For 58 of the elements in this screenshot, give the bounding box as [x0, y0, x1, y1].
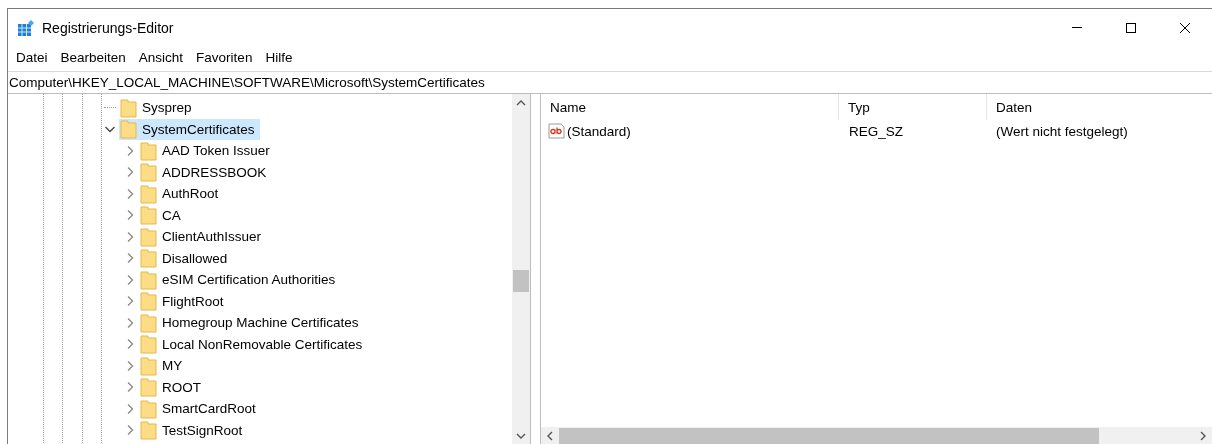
folder-icon — [140, 183, 157, 204]
tree-item[interactable]: SmartCardRoot — [139, 398, 261, 420]
string-value-icon — [548, 123, 565, 139]
menu-item[interactable]: Favoriten — [196, 49, 253, 65]
menu-item[interactable]: Datei — [16, 49, 48, 65]
tree-item[interactable]: eSIM Certification Authorities — [139, 269, 341, 291]
scroll-thumb[interactable] — [513, 270, 529, 292]
value-data: (Wert nicht festgelegt) — [995, 123, 1128, 139]
tree-item[interactable]: CA — [139, 204, 186, 226]
tree-item[interactable]: Disallowed — [139, 247, 233, 269]
tree-item[interactable]: TestSignRoot — [139, 419, 248, 441]
menu-item[interactable]: Hilfe — [265, 49, 293, 65]
tree-item[interactable]: ADDRESSBOOK — [139, 161, 272, 183]
column-header[interactable]: Typ — [839, 94, 987, 120]
maximize-icon — [1125, 21, 1137, 34]
value-name: (Standard) — [567, 123, 631, 139]
scroll-thumb[interactable] — [559, 428, 1099, 444]
folder-icon — [120, 119, 137, 140]
folder-icon — [140, 291, 157, 312]
folder-icon — [140, 269, 157, 290]
scroll-up-icon[interactable] — [516, 99, 526, 107]
column-header[interactable]: Daten — [987, 94, 1212, 120]
column-header[interactable]: Name — [541, 94, 839, 120]
folder-icon — [140, 377, 157, 398]
menu-item[interactable]: Ansicht — [138, 49, 184, 65]
tree-item[interactable]: Local NonRemovable Certificates — [139, 333, 368, 355]
menu-item[interactable]: Bearbeiten — [60, 49, 126, 65]
tree-item[interactable]: Homegroup Machine Certificates — [139, 312, 364, 334]
tree-item[interactable]: FlightRoot — [139, 290, 229, 312]
folder-icon — [140, 312, 157, 333]
address-field[interactable]: Computer\HKEY_LOCAL_MACHINE\SOFTWARE\Microsoft\SystemCertificates — [8, 71, 1212, 94]
tree-item[interactable]: ClientAuthIssuer — [139, 226, 267, 248]
scroll-right-icon[interactable] — [1199, 431, 1207, 441]
scroll-left-icon[interactable] — [546, 431, 554, 441]
folder-icon — [140, 248, 157, 269]
tree-item[interactable]: MY — [139, 355, 188, 377]
folder-icon — [140, 398, 157, 419]
window-title: Registrierungs-Editor — [42, 19, 174, 36]
folder-icon — [140, 355, 157, 376]
vertical-scrollbar[interactable] — [512, 94, 530, 444]
folder-icon — [140, 334, 157, 355]
tree-item[interactable]: ROOT — [139, 376, 206, 398]
folder-icon — [140, 226, 157, 247]
folder-icon — [140, 205, 157, 226]
tree-item[interactable]: SystemCertificates — [119, 118, 260, 140]
folder-icon — [140, 420, 157, 441]
tree-item[interactable]: AAD Token Issuer — [139, 140, 275, 162]
folder-icon — [140, 140, 157, 161]
registry-icon — [17, 18, 35, 37]
close-icon — [1179, 21, 1191, 34]
tree-item[interactable]: AuthRoot — [139, 183, 224, 205]
folder-icon — [120, 97, 137, 118]
tree-item[interactable]: Sysprep — [119, 97, 197, 119]
folder-icon — [140, 162, 157, 183]
scroll-down-icon[interactable] — [516, 432, 526, 440]
value-type: REG_SZ — [848, 123, 904, 139]
minimize-icon — [1072, 27, 1082, 28]
horizontal-scrollbar[interactable] — [541, 427, 1212, 444]
